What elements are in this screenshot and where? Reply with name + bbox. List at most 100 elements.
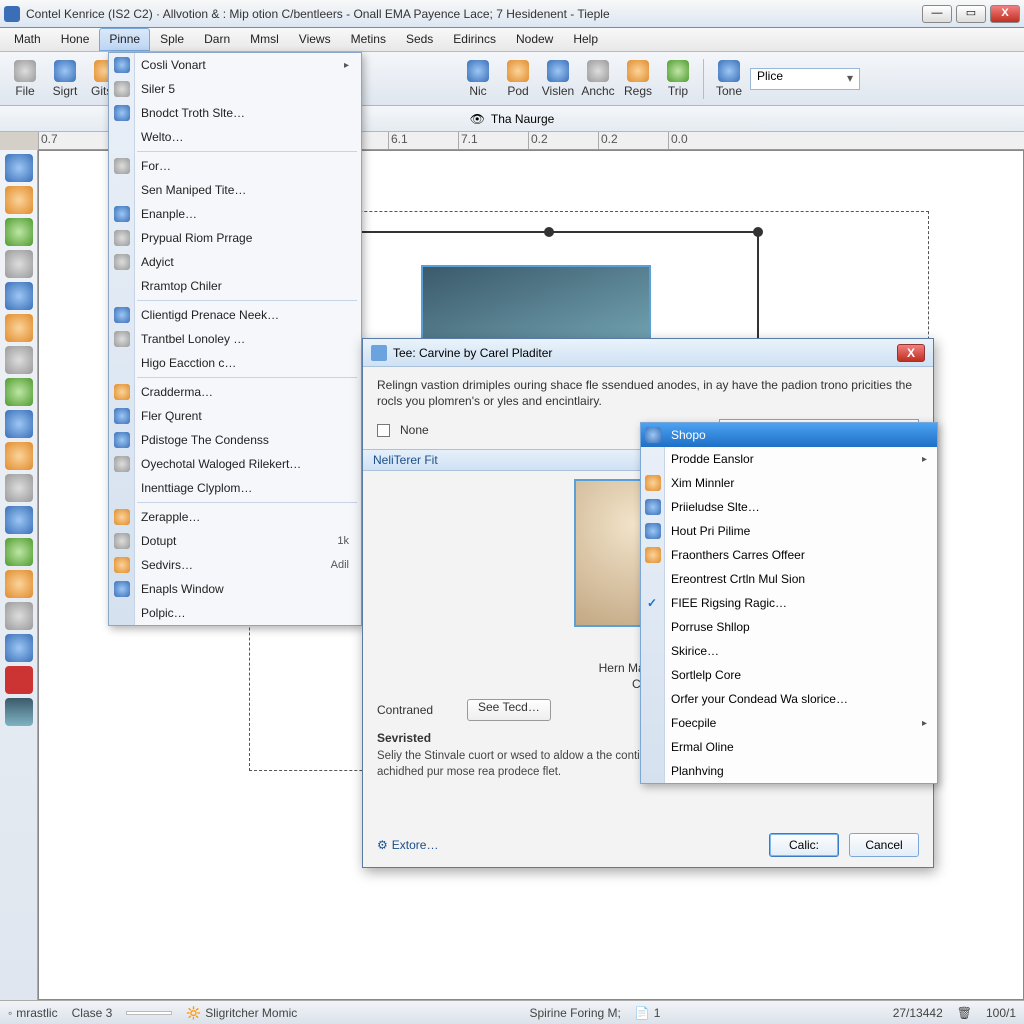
flyout-item[interactable]: Priieludse Slte… [641, 495, 937, 519]
tool-regs[interactable]: Regs [619, 56, 657, 102]
cancel-button[interactable]: Cancel [849, 833, 919, 857]
flyout-item[interactable]: Planhving [641, 759, 937, 783]
flyout-item[interactable]: Ereontrest Crtln Mul Sion [641, 567, 937, 591]
menu-item[interactable]: Enapls Window [109, 577, 361, 601]
toolbar-select[interactable]: Plice [750, 68, 860, 90]
menu-item[interactable]: For… [109, 154, 361, 178]
flyout-item-label: Skirice… [671, 644, 719, 658]
close-button[interactable]: X [990, 5, 1020, 23]
menu-item-icon [114, 581, 130, 597]
toolbox-item[interactable] [5, 282, 33, 310]
menu-item[interactable]: Inenttiage Clyplom… [109, 476, 361, 500]
tool-sigrt[interactable]: Sigrt [46, 56, 84, 102]
dialog-close-button[interactable]: X [897, 344, 925, 362]
flyout-item[interactable]: ✓FIEE Rigsing Ragic… [641, 591, 937, 615]
menu-item[interactable]: Trantbel Lonoley … [109, 327, 361, 351]
menu-item-label: Zerapple… [141, 510, 200, 524]
menu-item[interactable]: Fler Qurent [109, 404, 361, 428]
status-input[interactable] [126, 1011, 172, 1015]
flyout-item[interactable]: Sortlelp Core [641, 663, 937, 687]
tool-trip[interactable]: Trip [659, 56, 697, 102]
menu-edirincs[interactable]: Edirincs [443, 28, 506, 51]
flyout-item[interactable]: Foecpile▸ [641, 711, 937, 735]
menu-item[interactable]: Welto… [109, 125, 361, 149]
flyout-item[interactable]: Hout Pri Pilime [641, 519, 937, 543]
flyout-item[interactable]: Orfer your Condead Wa slorice… [641, 687, 937, 711]
none-checkbox[interactable] [377, 424, 390, 437]
flyout-item[interactable]: Prodde Eanslor▸ [641, 447, 937, 471]
menu-item-accel: Adil [331, 559, 349, 571]
flyout-item[interactable]: Skirice… [641, 639, 937, 663]
menu-item[interactable]: Rramtop Chiler [109, 274, 361, 298]
toolbox-item[interactable] [5, 666, 33, 694]
file-icon [14, 60, 36, 82]
menu-item[interactable]: Cradderma… [109, 380, 361, 404]
toolbox-item[interactable] [5, 314, 33, 342]
tool-file[interactable]: File [6, 56, 44, 102]
toolbox-item[interactable] [5, 346, 33, 374]
toolbox-item[interactable] [5, 154, 33, 182]
resize-handle[interactable] [753, 227, 763, 237]
tool-nic[interactable]: Nic [459, 56, 497, 102]
menu-item[interactable]: Bnodct Troth Slte… [109, 101, 361, 125]
ok-button[interactable]: Calic: [769, 833, 839, 857]
menu-item[interactable]: Enanple… [109, 202, 361, 226]
flyout-item[interactable]: Fraonthers Carres Offeer [641, 543, 937, 567]
resize-handle[interactable] [544, 227, 554, 237]
toolbox-item[interactable] [5, 698, 33, 726]
menu-hone[interactable]: Hone [51, 28, 100, 51]
menu-item[interactable]: Sen Maniped Tite… [109, 178, 361, 202]
toolbox-item[interactable] [5, 186, 33, 214]
toolbox-item[interactable] [5, 570, 33, 598]
toolbox-item[interactable] [5, 474, 33, 502]
menu-math[interactable]: Math [4, 28, 51, 51]
menu-item[interactable]: Prypual Riom Prrage [109, 226, 361, 250]
flyout-item[interactable]: Xim Minnler [641, 471, 937, 495]
menu-nodew[interactable]: Nodew [506, 28, 563, 51]
sigrt-icon [54, 60, 76, 82]
menu-darn[interactable]: Darn [194, 28, 240, 51]
tool-vislen[interactable]: Vislen [539, 56, 577, 102]
minimize-button[interactable]: — [922, 5, 952, 23]
menu-metins[interactable]: Metins [341, 28, 396, 51]
dialog-titlebar[interactable]: Tee: Carvine by Carel Pladiter X [363, 339, 933, 367]
toolbox-item[interactable] [5, 410, 33, 438]
menu-item[interactable]: Clientigd Prenace Neek… [109, 303, 361, 327]
toolbox-item[interactable] [5, 506, 33, 534]
menu-help[interactable]: Help [563, 28, 608, 51]
trash-icon[interactable]: 🗑 [957, 1006, 972, 1020]
flyout-item[interactable]: Porruse Shllop [641, 615, 937, 639]
toolbox-item[interactable] [5, 538, 33, 566]
menu-seds[interactable]: Seds [396, 28, 443, 51]
tool-pod[interactable]: Pod [499, 56, 537, 102]
menu-item[interactable]: Polpic… [109, 601, 361, 625]
menu-item[interactable]: Pdistoge The Condenss [109, 428, 361, 452]
flyout-item[interactable]: Shopo [641, 423, 937, 447]
tool-anchc[interactable]: Anchc [579, 56, 617, 102]
maximize-button[interactable]: ▭ [956, 5, 986, 23]
tool-tone[interactable]: Tone [710, 56, 748, 102]
toolbox-item[interactable] [5, 602, 33, 630]
menu-views[interactable]: Views [289, 28, 341, 51]
menu-item[interactable]: Higo Eacction c… [109, 351, 361, 375]
menu-item[interactable]: Oyechotal Waloged Rilekert… [109, 452, 361, 476]
toolbox-item[interactable] [5, 250, 33, 278]
menu-sple[interactable]: Sple [150, 28, 194, 51]
contraned-button[interactable]: See Tecd… [467, 699, 551, 721]
check-icon: ✓ [647, 596, 657, 610]
menu-item[interactable]: Dotupt1k [109, 529, 361, 553]
menu-mmsl[interactable]: Mmsl [240, 28, 289, 51]
menu-pinne[interactable]: Pinne [99, 28, 150, 51]
toolbox-item[interactable] [5, 378, 33, 406]
menu-item[interactable]: Zerapple… [109, 505, 361, 529]
toolbox-item[interactable] [5, 442, 33, 470]
menu-item[interactable]: Cosli Vonart▸ [109, 53, 361, 77]
window-title: Contel Kenrice (IS2 C2) · Allvotion & : … [26, 7, 922, 21]
menu-item[interactable]: Adyict [109, 250, 361, 274]
flyout-item[interactable]: Ermal Oline [641, 735, 937, 759]
toolbox-item[interactable] [5, 218, 33, 246]
menu-item[interactable]: Siler 5 [109, 77, 361, 101]
toolbox-item[interactable] [5, 634, 33, 662]
menu-item[interactable]: Sedvirs…Adil [109, 553, 361, 577]
extore-link[interactable]: ⚙ Extore… [377, 838, 438, 852]
